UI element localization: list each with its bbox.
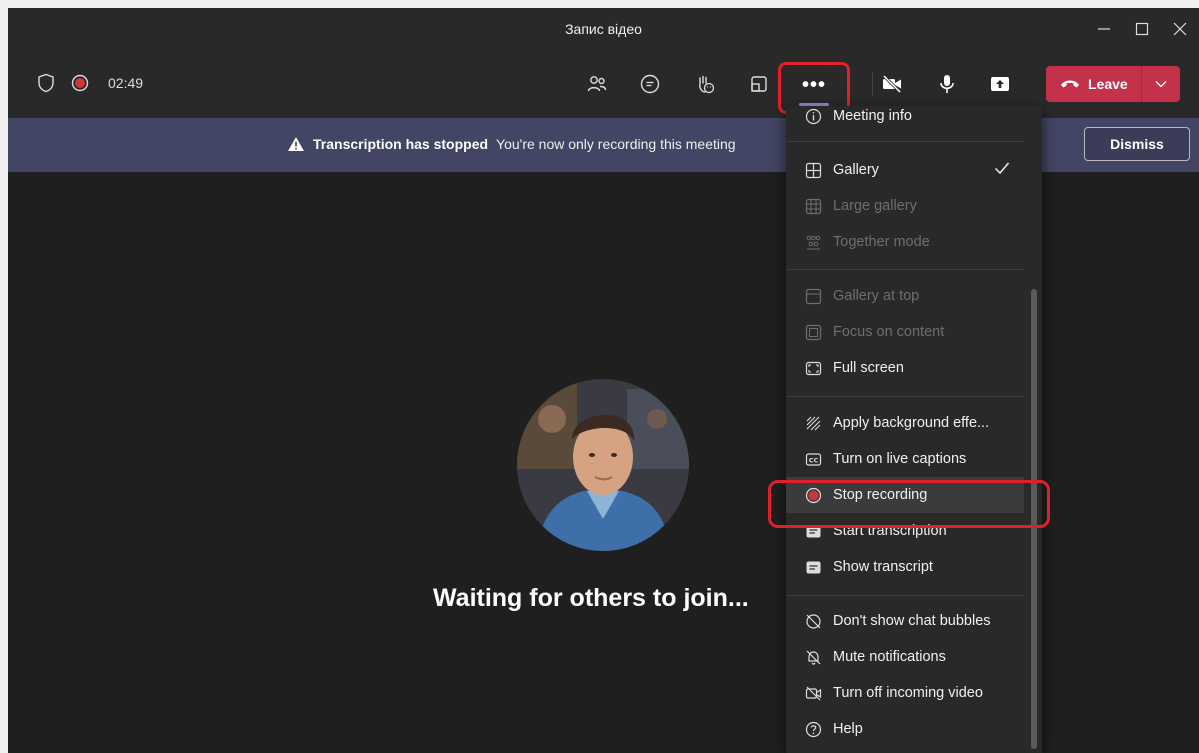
svg-text:CC: CC xyxy=(808,456,818,464)
microphone-toggle-button[interactable] xyxy=(933,70,961,98)
help-icon xyxy=(803,719,823,739)
leave-label: Leave xyxy=(1088,76,1128,92)
menu-item-label: Large gallery xyxy=(833,198,917,214)
menu-item-mute-notifications[interactable]: Mute notifications xyxy=(786,639,1024,675)
avatar-photo xyxy=(517,379,689,551)
together-mode-icon xyxy=(803,232,823,252)
banner-text: You're now only recording this meeting xyxy=(496,136,736,152)
rooms-icon xyxy=(751,76,767,92)
minimize-icon xyxy=(1098,28,1110,30)
menu-item-focus-on-content: Focus on content xyxy=(786,314,1024,350)
menu-item-show-transcript[interactable]: Show transcript xyxy=(786,549,1024,585)
share-icon xyxy=(991,77,1009,91)
focus-content-icon xyxy=(803,322,823,342)
menu-item-gallery-at-top: Gallery at top xyxy=(786,278,1024,314)
warning-icon xyxy=(288,137,304,151)
raise-hand-icon xyxy=(699,75,715,94)
maximize-icon xyxy=(1135,22,1149,36)
menu-item-gallery[interactable]: Gallery xyxy=(786,152,1024,188)
leave-button-group: Leave xyxy=(1046,66,1180,102)
shield-icon[interactable] xyxy=(36,73,56,93)
chevron-down-icon xyxy=(1155,81,1167,88)
leave-button[interactable]: Leave xyxy=(1046,66,1142,102)
gallery-icon xyxy=(803,160,823,180)
close-button[interactable] xyxy=(1161,8,1199,50)
camera-off-icon xyxy=(882,74,902,94)
large-gallery-icon xyxy=(803,196,823,216)
menu-item-background-effects[interactable]: Apply background effe... xyxy=(786,405,1024,441)
menu-item-label: Turn on live captions xyxy=(833,451,967,467)
menu-item-label: Full screen xyxy=(833,360,904,376)
menu-item-large-gallery: Large gallery xyxy=(786,188,1024,224)
close-icon xyxy=(1173,22,1187,36)
recording-indicator-icon xyxy=(71,74,89,92)
fullscreen-icon xyxy=(803,358,823,378)
window-controls xyxy=(1085,8,1199,50)
menu-item-label: Together mode xyxy=(833,234,930,250)
menu-item-incoming-video[interactable]: Turn off incoming video xyxy=(786,675,1024,711)
more-icon: ••• xyxy=(801,74,826,96)
share-tray-button[interactable] xyxy=(745,70,773,98)
menu-item-label: Turn off incoming video xyxy=(833,685,983,701)
reactions-button[interactable] xyxy=(691,70,719,98)
checkmark-icon xyxy=(994,162,1010,175)
menu-item-label: Meeting info xyxy=(833,108,912,124)
menu-item-label: Focus on content xyxy=(833,324,945,340)
toolbar-divider xyxy=(872,72,873,96)
video-off-icon xyxy=(803,683,823,703)
more-actions-menu: Meeting info Gallery Large gallery Toget… xyxy=(786,106,1042,753)
camera-toggle-button[interactable] xyxy=(878,70,906,98)
hang-up-icon xyxy=(1061,80,1079,88)
stop-recording-highlight xyxy=(768,480,1050,528)
menu-item-label: Gallery xyxy=(833,162,879,178)
banner-message: Transcription has stopped You're now onl… xyxy=(287,136,736,152)
gallery-top-icon xyxy=(803,286,823,306)
maximize-button[interactable] xyxy=(1123,8,1161,50)
menu-divider xyxy=(786,595,1024,596)
leave-options-button[interactable] xyxy=(1142,80,1180,88)
minimize-button[interactable] xyxy=(1085,8,1123,50)
microphone-icon xyxy=(940,75,954,93)
people-icon xyxy=(587,76,607,92)
teams-meeting-window: Запис відео 02:49 ••• Leave Transcriptio… xyxy=(8,8,1199,753)
avatar xyxy=(517,379,689,551)
banner-title: Transcription has stopped xyxy=(313,136,489,152)
transcript-icon xyxy=(803,557,823,577)
menu-item-label: Mute notifications xyxy=(833,649,946,665)
background-effects-icon xyxy=(803,413,823,433)
info-icon xyxy=(803,106,823,126)
chat-button[interactable] xyxy=(636,70,664,98)
menu-divider xyxy=(786,141,1024,142)
menu-item-together-mode: Together mode xyxy=(786,224,1024,260)
menu-item-label: Show transcript xyxy=(833,559,933,575)
menu-item-label: Apply background effe... xyxy=(833,415,990,431)
menu-divider xyxy=(786,269,1024,270)
dismiss-button[interactable]: Dismiss xyxy=(1084,127,1190,161)
chat-icon xyxy=(640,74,660,94)
menu-item-label: Help xyxy=(833,721,863,737)
share-content-button[interactable] xyxy=(986,70,1014,98)
menu-item-label: Don't show chat bubbles xyxy=(833,613,991,629)
menu-item-chat-bubbles[interactable]: Don't show chat bubbles xyxy=(786,603,1024,639)
menu-item-full-screen[interactable]: Full screen xyxy=(786,350,1024,386)
meeting-timer: 02:49 xyxy=(108,75,144,91)
menu-item-meeting-info[interactable]: Meeting info xyxy=(786,106,1024,134)
menu-item-help[interactable]: Help xyxy=(786,711,1024,747)
menu-item-live-captions[interactable]: CC Turn on live captions xyxy=(786,441,1024,477)
meeting-status: 02:49 xyxy=(36,73,143,93)
title-bar: Запис відео xyxy=(8,8,1199,50)
window-title: Запис відео xyxy=(565,21,642,37)
bell-off-icon xyxy=(803,647,823,667)
chat-bubbles-off-icon xyxy=(803,611,823,631)
waiting-message: Waiting for others to join... xyxy=(433,584,749,612)
participants-button[interactable] xyxy=(583,70,611,98)
menu-item-label: Gallery at top xyxy=(833,288,920,304)
captions-icon: CC xyxy=(803,449,823,469)
menu-divider xyxy=(786,396,1024,397)
